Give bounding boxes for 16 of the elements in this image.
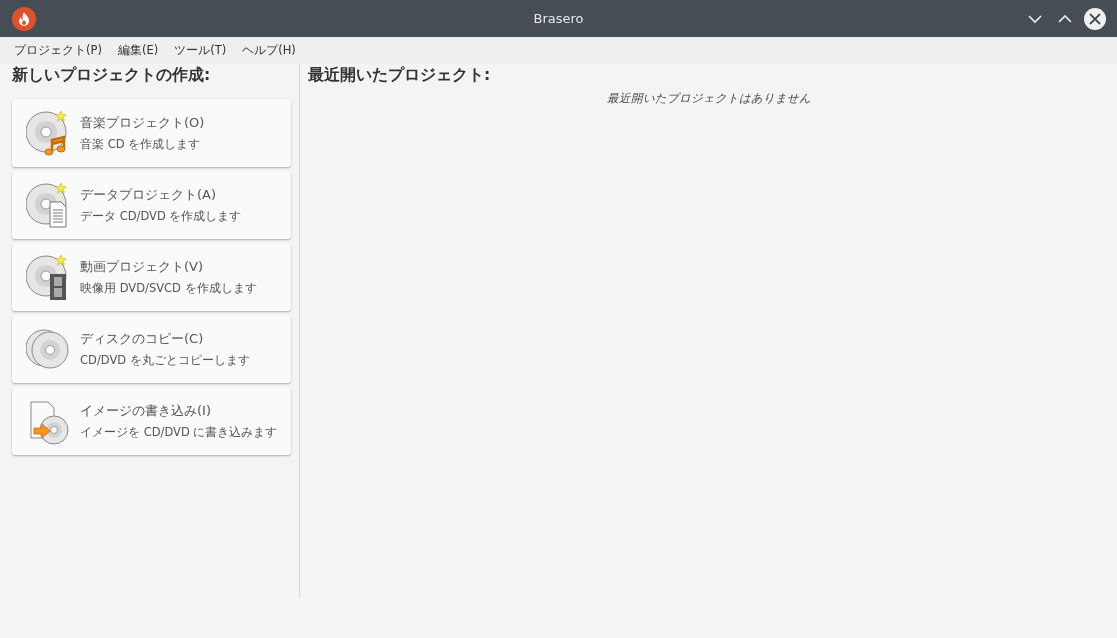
project-button[interactable]: イメージの書き込み(I) イメージを CD/DVD に書き込みます (12, 387, 291, 455)
window-title: Brasero (533, 11, 584, 26)
empty-message: 最近開いたプロジェクトはありません (605, 91, 812, 106)
project-button[interactable]: データプロジェクト(A) データ CD/DVD を作成します (12, 171, 291, 239)
project-button[interactable]: ディスクのコピー(C) CD/DVD を丸ごとコピーします (12, 315, 291, 383)
menu-item[interactable]: プロジェクト(P) (6, 40, 110, 61)
flame-icon (12, 6, 36, 31)
section-heading: 最近開いたプロジェクト: (308, 65, 492, 86)
close-button[interactable] (1083, 6, 1107, 31)
menu-item[interactable]: 編集(E) (109, 40, 167, 61)
project-button[interactable]: 音楽プロジェクト(O) 音楽 CD を作成します (12, 99, 291, 167)
section-heading: 新しいプロジェクトの作成: (12, 65, 212, 86)
menu-item[interactable]: ヘルプ(H) (234, 40, 304, 61)
close-icon (1084, 7, 1106, 30)
project-button[interactable]: 動画プロジェクト(V) 映像用 DVD/SVCD を作成します (12, 243, 291, 311)
menu-item[interactable]: ツール(T) (166, 40, 235, 61)
